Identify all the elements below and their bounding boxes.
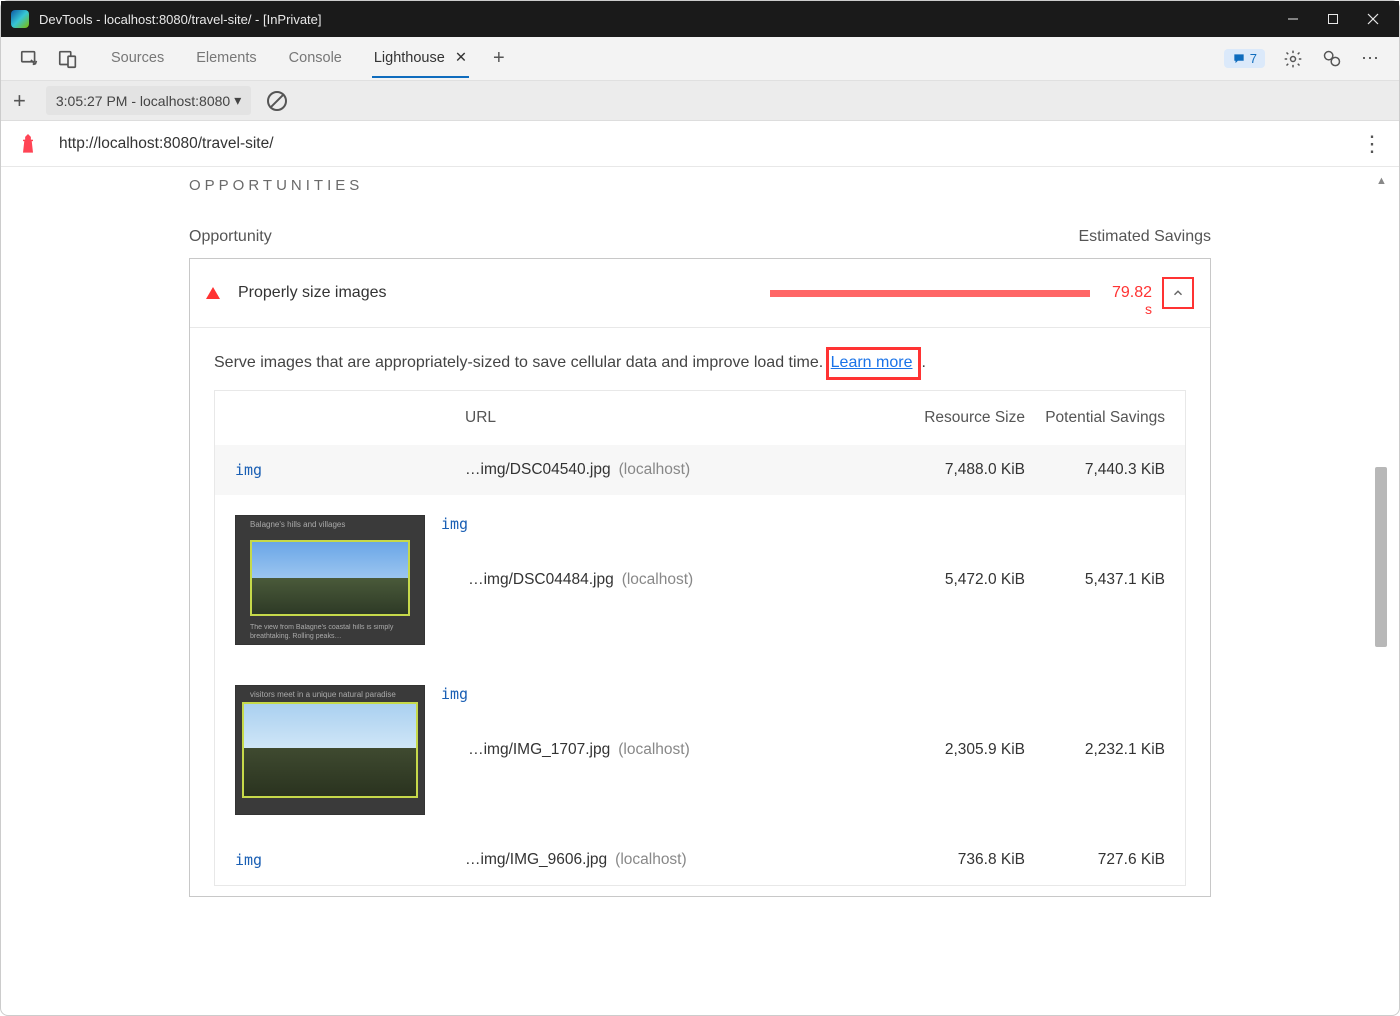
savings-value: 79.82 xyxy=(1104,284,1152,302)
table-row: Balagne's hills and villages The view fr… xyxy=(215,495,1185,665)
settings-icon[interactable] xyxy=(1283,49,1303,69)
report-url-row: http://localhost:8080/travel-site/ ⋮ xyxy=(1,121,1399,167)
issues-icon[interactable] xyxy=(1321,49,1343,69)
close-tab-icon[interactable]: ✕ xyxy=(455,50,467,66)
audit-header[interactable]: Properly size images 79.82 s xyxy=(190,259,1210,328)
table-row: img …img/IMG_9606.jpg(localhost) 736.8 K… xyxy=(215,835,1185,885)
device-emulation-icon[interactable] xyxy=(57,48,79,70)
table-row: img …img/DSC04540.jpg(localhost) 7,488.0… xyxy=(215,445,1185,495)
tab-sources[interactable]: Sources xyxy=(109,40,166,78)
window-titlebar: DevTools - localhost:8080/travel-site/ -… xyxy=(1,1,1399,37)
report-menu-icon[interactable]: ⋮ xyxy=(1361,131,1381,157)
tab-lighthouse[interactable]: Lighthouse✕ xyxy=(372,40,469,78)
savings-unit: s xyxy=(1145,301,1152,317)
report-dropdown[interactable]: 3:05:27 PM - localhost:8080 ▾ xyxy=(46,86,251,115)
element-tag[interactable]: img xyxy=(235,461,465,479)
savings-bar xyxy=(770,290,1090,297)
panel-tabs: Sources Elements Console Lighthouse✕ xyxy=(109,40,469,78)
tab-elements[interactable]: Elements xyxy=(194,40,258,78)
thumbnail-image: visitors meet in a unique natural paradi… xyxy=(235,685,425,815)
audit-properly-size-images: Properly size images 79.82 s Serve image… xyxy=(189,258,1211,897)
clear-button[interactable] xyxy=(267,91,287,111)
resources-table: URL Resource Size Potential Savings img … xyxy=(214,390,1186,886)
audit-title: Properly size images xyxy=(238,284,387,302)
new-report-button[interactable]: + xyxy=(13,88,26,114)
tab-console[interactable]: Console xyxy=(287,40,344,78)
table-row: visitors meet in a unique natural paradi… xyxy=(215,665,1185,835)
report-scroll-area: OPPORTUNITIES Opportunity Estimated Savi… xyxy=(9,167,1391,1007)
more-menu-icon[interactable]: ⋯ xyxy=(1361,48,1379,69)
scrollbar[interactable]: ▲ xyxy=(1373,177,1389,997)
collapse-toggle[interactable] xyxy=(1162,277,1194,309)
element-tag[interactable]: img xyxy=(441,685,468,703)
scroll-up-icon[interactable]: ▲ xyxy=(1376,175,1387,187)
maximize-button[interactable] xyxy=(1327,13,1339,25)
devtools-tabstrip: Sources Elements Console Lighthouse✕ + 7… xyxy=(1,37,1399,81)
app-icon xyxy=(11,10,29,28)
lighthouse-toolbar: + 3:05:27 PM - localhost:8080 ▾ xyxy=(1,81,1399,121)
thumbnail-image: Balagne's hills and villages The view fr… xyxy=(235,515,425,645)
minimize-button[interactable] xyxy=(1287,13,1299,25)
scroll-thumb[interactable] xyxy=(1375,467,1387,647)
audit-description: Serve images that are appropriately-size… xyxy=(190,328,1210,390)
section-opportunities-heading: OPPORTUNITIES xyxy=(189,177,1211,194)
element-tag[interactable]: img xyxy=(235,851,465,869)
close-button[interactable] xyxy=(1367,13,1379,25)
element-tag[interactable]: img xyxy=(441,515,468,533)
learn-more-link[interactable]: Learn more xyxy=(826,347,922,380)
lighthouse-icon xyxy=(19,134,37,154)
add-panel-button[interactable]: + xyxy=(493,47,505,70)
inspect-element-icon[interactable] xyxy=(19,48,41,70)
columns-header: Opportunity Estimated Savings xyxy=(189,228,1211,246)
feedback-badge[interactable]: 7 xyxy=(1224,49,1265,68)
table-header: URL Resource Size Potential Savings xyxy=(215,391,1185,445)
chevron-down-icon: ▾ xyxy=(234,92,241,109)
report-url: http://localhost:8080/travel-site/ xyxy=(59,135,274,153)
fail-triangle-icon xyxy=(206,287,220,299)
window-title: DevTools - localhost:8080/travel-site/ -… xyxy=(39,12,322,27)
